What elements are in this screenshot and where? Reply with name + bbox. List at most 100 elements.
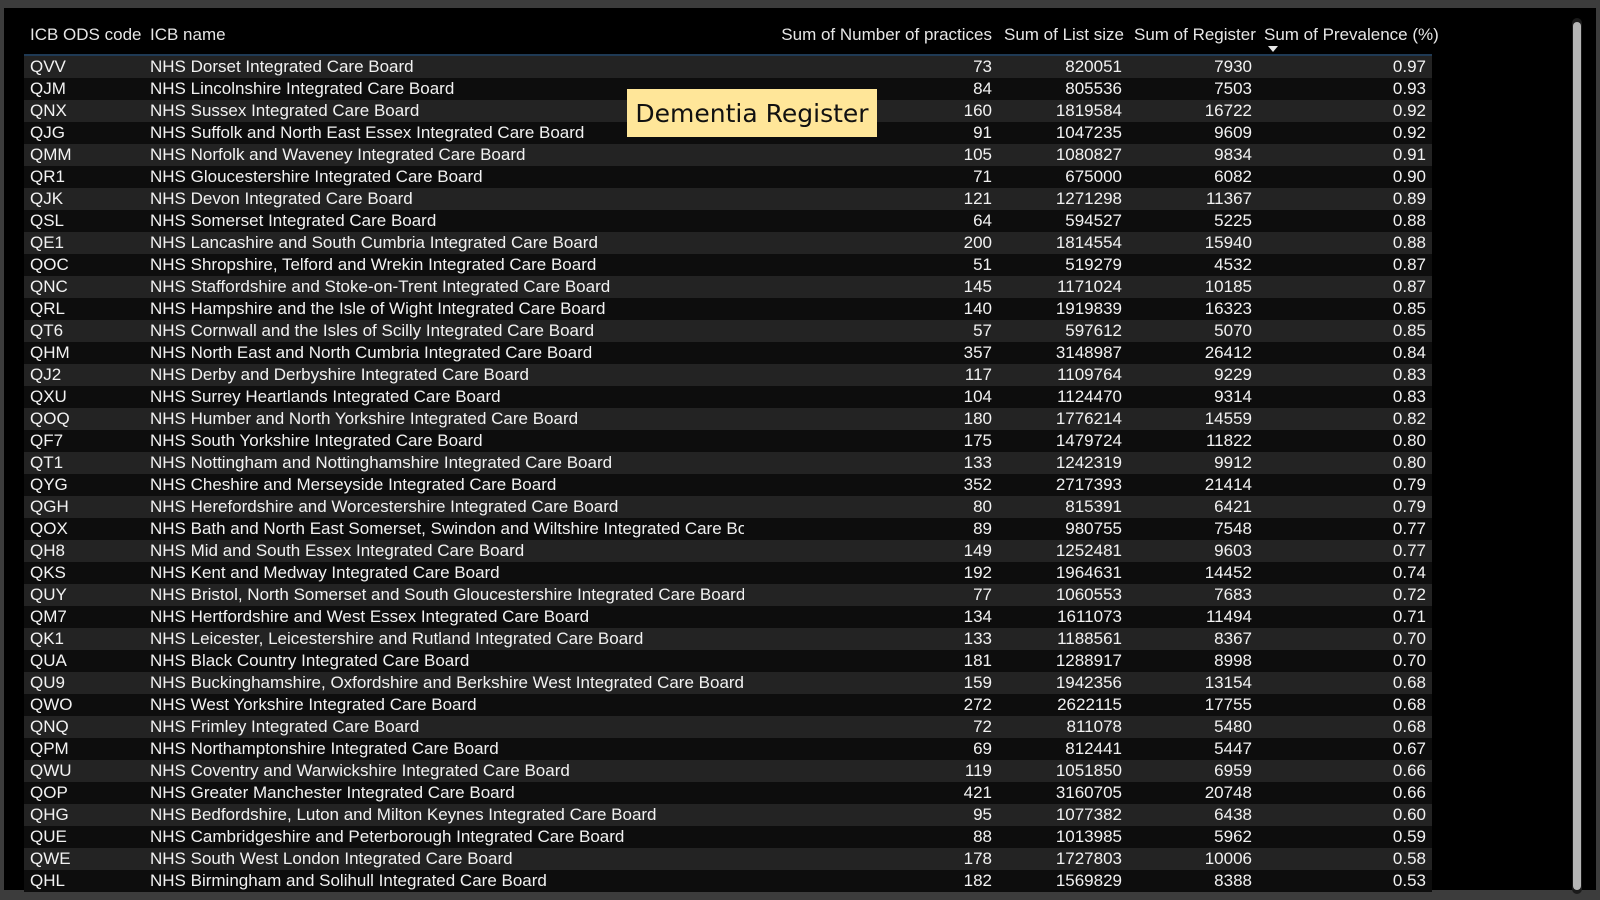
- table-row[interactable]: QPM NHS Northamptonshire Integrated Care …: [24, 738, 1432, 760]
- cell-ods-code: QUA: [24, 650, 144, 672]
- table-row[interactable]: QNQ NHS Frimley Integrated Care Board 72 81…: [24, 716, 1432, 738]
- cell-practices: 69: [744, 738, 998, 760]
- cell-icb-name: NHS South Yorkshire Integrated Care Boar…: [144, 430, 744, 452]
- table-row[interactable]: QT6 NHS Cornwall and the Isles of Scilly …: [24, 320, 1432, 342]
- table-row[interactable]: QF7 NHS South Yorkshire Integrated Care B…: [24, 430, 1432, 452]
- cell-prevalence: 0.67: [1258, 738, 1432, 760]
- cell-list-size: 2717393: [998, 474, 1128, 496]
- table-row[interactable]: QYG NHS Cheshire and Merseyside Integrate…: [24, 474, 1432, 496]
- cell-prevalence: 0.66: [1258, 760, 1432, 782]
- cell-icb-name: NHS Leicester, Leicestershire and Rutlan…: [144, 628, 744, 650]
- table-row[interactable]: QK1 NHS Leicester, Leicestershire and Rut…: [24, 628, 1432, 650]
- cell-register: 9229: [1128, 364, 1258, 386]
- table-row[interactable]: QJK NHS Devon Integrated Care Board 121 127…: [24, 188, 1432, 210]
- cell-register: 8367: [1128, 628, 1258, 650]
- cell-icb-name: NHS Somerset Integrated Care Board: [144, 210, 744, 232]
- cell-icb-name: NHS Derby and Derbyshire Integrated Care…: [144, 364, 744, 386]
- table-row[interactable]: QMM NHS Norfolk and Waveney Integrated Ca…: [24, 144, 1432, 166]
- cell-list-size: 1611073: [998, 606, 1128, 628]
- table-row[interactable]: QUY NHS Bristol, North Somerset and South…: [24, 584, 1432, 606]
- cell-prevalence: 0.89: [1258, 188, 1432, 210]
- cell-ods-code: QE1: [24, 232, 144, 254]
- table-row[interactable]: QR1 NHS Gloucestershire Integrated Care B…: [24, 166, 1432, 188]
- cell-practices: 357: [744, 342, 998, 364]
- cell-ods-code: QR1: [24, 166, 144, 188]
- cell-ods-code: QM7: [24, 606, 144, 628]
- vertical-scrollbar[interactable]: [1572, 18, 1582, 894]
- cell-prevalence: 0.87: [1258, 254, 1432, 276]
- cell-prevalence: 0.84: [1258, 342, 1432, 364]
- cell-register: 10006: [1128, 848, 1258, 870]
- table-row[interactable]: QOQ NHS Humber and North Yorkshire Integr…: [24, 408, 1432, 430]
- cell-icb-name: NHS Humber and North Yorkshire Integrate…: [144, 408, 744, 430]
- cell-icb-name: NHS Greater Manchester Integrated Care B…: [144, 782, 744, 804]
- table-row[interactable]: QWU NHS Coventry and Warwickshire Integra…: [24, 760, 1432, 782]
- cell-prevalence: 0.92: [1258, 100, 1432, 122]
- column-header-icb-name[interactable]: ICB name: [144, 16, 744, 56]
- table-row[interactable]: QUE NHS Cambridgeshire and Peterborough I…: [24, 826, 1432, 848]
- cell-prevalence: 0.53: [1258, 870, 1432, 892]
- cell-icb-name: NHS Hertfordshire and West Essex Integra…: [144, 606, 744, 628]
- column-header-prevalence[interactable]: Sum of Prevalence (%): [1258, 16, 1439, 56]
- table-row[interactable]: QOP NHS Greater Manchester Integrated Car…: [24, 782, 1432, 804]
- cell-register: 7503: [1128, 78, 1258, 100]
- cell-practices: 119: [744, 760, 998, 782]
- cell-icb-name: NHS Mid and South Essex Integrated Care …: [144, 540, 744, 562]
- table-row[interactable]: QGH NHS Herefordshire and Worcestershire …: [24, 496, 1432, 518]
- cell-prevalence: 0.77: [1258, 540, 1432, 562]
- cell-practices: 159: [744, 672, 998, 694]
- cell-practices: 175: [744, 430, 998, 452]
- cell-prevalence: 0.66: [1258, 782, 1432, 804]
- cell-list-size: 1569829: [998, 870, 1128, 892]
- table-row[interactable]: QWE NHS South West London Integrated Care…: [24, 848, 1432, 870]
- cell-icb-name: NHS Cheshire and Merseyside Integrated C…: [144, 474, 744, 496]
- cell-prevalence: 0.97: [1258, 55, 1432, 78]
- cell-prevalence: 0.88: [1258, 232, 1432, 254]
- table-row[interactable]: QOC NHS Shropshire, Telford and Wrekin In…: [24, 254, 1432, 276]
- cell-register: 16722: [1128, 100, 1258, 122]
- table-row[interactable]: QU9 NHS Buckinghamshire, Oxfordshire and …: [24, 672, 1432, 694]
- column-header-register[interactable]: Sum of Register: [1128, 16, 1258, 56]
- table-row[interactable]: QRL NHS Hampshire and the Isle of Wight I…: [24, 298, 1432, 320]
- cell-practices: 57: [744, 320, 998, 342]
- cell-prevalence: 0.83: [1258, 364, 1432, 386]
- cell-practices: 149: [744, 540, 998, 562]
- scrollbar-thumb[interactable]: [1573, 22, 1581, 890]
- cell-practices: 72: [744, 716, 998, 738]
- table-row[interactable]: QUA NHS Black Country Integrated Care Boa…: [24, 650, 1432, 672]
- table-row[interactable]: QM7 NHS Hertfordshire and West Essex Inte…: [24, 606, 1432, 628]
- table-row[interactable]: QHG NHS Bedfordshire, Luton and Milton Ke…: [24, 804, 1432, 826]
- cell-ods-code: QJ2: [24, 364, 144, 386]
- cell-ods-code: QOP: [24, 782, 144, 804]
- cell-list-size: 811078: [998, 716, 1128, 738]
- column-header-prevalence-label: Sum of Prevalence (%): [1264, 25, 1439, 44]
- table-row[interactable]: QVV NHS Dorset Integrated Care Board 73 820…: [24, 55, 1432, 78]
- cell-practices: 95: [744, 804, 998, 826]
- cell-list-size: 1919839: [998, 298, 1128, 320]
- table-row[interactable]: QSL NHS Somerset Integrated Care Board 64 5…: [24, 210, 1432, 232]
- column-header-practices[interactable]: Sum of Number of practices: [744, 16, 998, 56]
- table-row[interactable]: QJ2 NHS Derby and Derbyshire Integrated C…: [24, 364, 1432, 386]
- cell-list-size: 1124470: [998, 386, 1128, 408]
- table-row[interactable]: QHL NHS Birmingham and Solihull Integrate…: [24, 870, 1432, 892]
- column-header-list-size[interactable]: Sum of List size: [998, 16, 1128, 56]
- cell-practices: 64: [744, 210, 998, 232]
- table-row[interactable]: QWO NHS West Yorkshire Integrated Care Bo…: [24, 694, 1432, 716]
- table-row[interactable]: QNC NHS Staffordshire and Stoke-on-Trent …: [24, 276, 1432, 298]
- table-row[interactable]: QH8 NHS Mid and South Essex Integrated Ca…: [24, 540, 1432, 562]
- cell-register: 10185: [1128, 276, 1258, 298]
- cell-icb-name: NHS Devon Integrated Care Board: [144, 188, 744, 210]
- cell-prevalence: 0.68: [1258, 694, 1432, 716]
- table-row[interactable]: QHM NHS North East and North Cumbria Inte…: [24, 342, 1432, 364]
- table-row[interactable]: QXU NHS Surrey Heartlands Integrated Care…: [24, 386, 1432, 408]
- cell-icb-name: NHS Coventry and Warwickshire Integrated…: [144, 760, 744, 782]
- table-row[interactable]: QT1 NHS Nottingham and Nottinghamshire In…: [24, 452, 1432, 474]
- table-row[interactable]: QKS NHS Kent and Medway Integrated Care B…: [24, 562, 1432, 584]
- cell-ods-code: QWU: [24, 760, 144, 782]
- cell-practices: 134: [744, 606, 998, 628]
- cell-prevalence: 0.79: [1258, 496, 1432, 518]
- table-row[interactable]: QE1 NHS Lancashire and South Cumbria Inte…: [24, 232, 1432, 254]
- table-row[interactable]: QOX NHS Bath and North East Somerset, Swi…: [24, 518, 1432, 540]
- cell-prevalence: 0.82: [1258, 408, 1432, 430]
- column-header-ods-code[interactable]: ICB ODS code: [24, 16, 144, 56]
